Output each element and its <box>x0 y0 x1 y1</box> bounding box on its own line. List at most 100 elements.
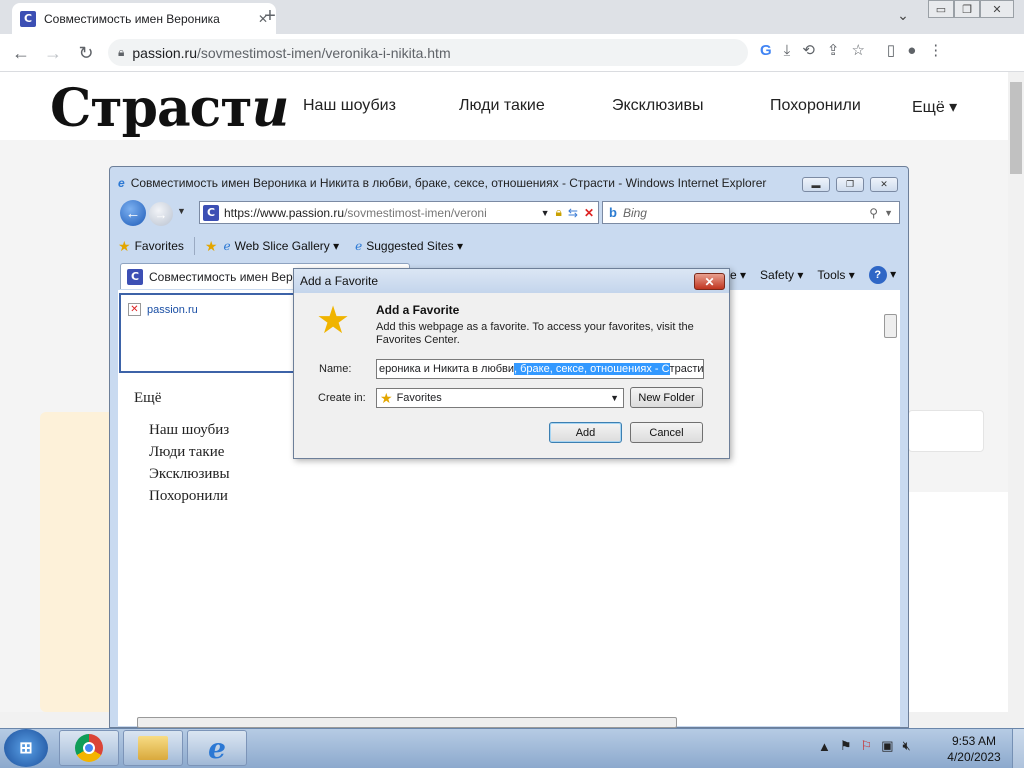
favorite-star-icon: ★ <box>316 300 351 342</box>
ie-help-menu[interactable]: ? ▾ <box>868 266 896 284</box>
dialog-close-button[interactable]: ✕ <box>694 273 725 290</box>
url-path: /sovmestimost-imen/veronika-i-nikita.htm <box>196 44 451 61</box>
name-selected-text: , браке, сексе, отношениях - С <box>514 363 670 375</box>
chrome-tab[interactable]: С Совместимость имен Вероника ✕ <box>12 3 276 34</box>
taskbar-explorer[interactable] <box>123 730 183 766</box>
ie-icon: e <box>208 731 226 765</box>
suggested-sites-link[interactable]: ℯ Suggested Sites ▾ <box>355 239 463 253</box>
ie-tools-menu[interactable]: Tools ▾ <box>817 268 854 282</box>
ie-back-button[interactable]: ← <box>120 200 146 226</box>
ie-forward-button[interactable]: → <box>149 202 173 226</box>
menu-icon[interactable]: ⋮ <box>928 41 943 59</box>
dialog-description: Add this webpage as a favorite. To acces… <box>376 321 694 346</box>
profile-icon[interactable]: ● <box>907 42 916 59</box>
broken-image-icon: ✕ <box>128 303 141 316</box>
ie-tab-title: Совместимость имен Веро <box>149 269 300 284</box>
taskbar-ie[interactable]: e <box>187 730 247 766</box>
ie-lock-icon[interactable]: 🔒︎ <box>555 205 561 220</box>
action-center-icon[interactable]: ⚐ <box>861 738 873 754</box>
ie-menu-item[interactable]: Эксклюзивы <box>149 466 230 483</box>
minimize-button[interactable]: ▭ <box>928 0 954 18</box>
add-button[interactable]: Add <box>549 422 622 443</box>
ie-search-box[interactable]: b Bing ⚲ ▼ <box>602 201 900 224</box>
ie-menu-item[interactable]: Люди такие <box>149 444 224 461</box>
ie-menu-heading[interactable]: Ещё <box>134 390 161 407</box>
clock-time: 9:53 AM <box>951 734 997 748</box>
name-text-end: трасти <box>669 363 704 375</box>
lock-icon[interactable]: 🔒︎ <box>118 45 124 60</box>
clock[interactable]: 9:53 AM 4/20/2023 <box>940 733 1008 765</box>
dialog-titlebar: Add a Favorite <box>294 269 729 293</box>
name-field[interactable]: ероника и Никита в любви, браке, сексе, … <box>376 359 704 379</box>
help-icon: ? <box>868 266 887 284</box>
nav-buried[interactable]: Похоронили <box>770 97 861 115</box>
ie-minimize-button[interactable]: ▬ <box>802 177 830 192</box>
side-panel-icon[interactable]: ▯ <box>887 41 895 59</box>
broken-image-alt: passion.ru <box>147 303 198 316</box>
volume-muted-icon[interactable]: 🔇︎ <box>902 738 910 754</box>
ie-command-bar: e ▾ Safety ▾ Tools ▾ ? ▾ <box>730 266 896 284</box>
ie-menu-item[interactable]: Наш шоубиз <box>149 422 229 439</box>
nav-exclusives[interactable]: Эксклюзивы <box>612 97 703 115</box>
ie-favorites-button[interactable]: ★ Favorites <box>118 238 184 255</box>
maximize-button[interactable]: ❐ <box>954 0 980 18</box>
ie-vscrollbar-thumb[interactable] <box>884 314 897 338</box>
ie-stop-icon[interactable]: ✕ <box>584 206 594 220</box>
broken-image[interactable]: ✕ passion.ru <box>128 303 198 316</box>
ie-address-bar[interactable]: С https://www.passion.ru/sovmestimost-im… <box>199 201 599 224</box>
nav-showbiz[interactable]: Наш шоубиз <box>303 97 396 115</box>
network-status-icon[interactable]: ⚑ <box>840 738 852 754</box>
tab-search-icon[interactable]: ⌄ <box>890 6 916 24</box>
url-host: passion.ru <box>132 44 197 61</box>
web-slice-gallery-link[interactable]: ℯ Web Slice Gallery ▾ <box>223 239 339 253</box>
clock-date: 4/20/2023 <box>947 750 1001 764</box>
name-text: ероника и Никита в любви <box>379 363 514 375</box>
add-to-favorites-bar-icon[interactable]: ★ <box>205 238 218 255</box>
divider <box>193 237 195 255</box>
back-icon[interactable]: ← <box>8 40 34 66</box>
search-icon[interactable]: ⚲ <box>869 206 878 220</box>
close-window-button[interactable]: ✕ <box>980 0 1014 18</box>
address-bar[interactable]: 🔒︎ passion.ru/sovmestimost-imen/veronika… <box>108 39 748 66</box>
nav-people[interactable]: Люди такие <box>459 97 545 115</box>
network-icon[interactable]: ▣ <box>881 738 893 754</box>
search-dropdown-icon[interactable]: ▼ <box>884 208 893 218</box>
create-in-select[interactable]: ★ Favorites ▼ <box>376 388 624 408</box>
site-logo[interactable]: Страсти <box>50 78 289 139</box>
ie-history-dropdown-icon[interactable]: ▼ <box>177 206 186 216</box>
share-icon[interactable]: ⇪ <box>827 41 840 59</box>
favorites-star-icon: ★ <box>118 237 131 254</box>
site-favicon: С <box>127 268 143 285</box>
new-folder-button[interactable]: New Folder <box>630 387 703 408</box>
ie-restore-button[interactable]: ❐ <box>836 177 864 192</box>
google-lens-icon[interactable]: G <box>760 42 772 59</box>
install-icon[interactable]: ⤓ <box>784 42 791 59</box>
taskbar-chrome[interactable] <box>59 730 119 766</box>
favorites-folder-icon: ★ <box>380 389 393 406</box>
show-desktop-button[interactable] <box>1012 729 1024 768</box>
page-scrollbar-thumb[interactable] <box>1010 82 1022 174</box>
ie-menu-item[interactable]: Похоронили <box>149 488 228 505</box>
start-button[interactable]: ⊞ <box>4 729 48 767</box>
translate-icon[interactable]: ⟲ <box>802 41 815 59</box>
cancel-button[interactable]: Cancel <box>630 422 703 443</box>
create-in-label: Create in: <box>318 392 366 404</box>
bookmark-star-icon[interactable]: ☆ <box>851 41 864 59</box>
show-hidden-icons-icon[interactable]: ▲ <box>818 739 831 754</box>
ie-safety-menu[interactable]: Safety ▾ <box>760 268 803 282</box>
chrome-icon <box>75 734 103 762</box>
ie-url-host: https://www.passion.ru <box>224 205 345 220</box>
forward-icon[interactable]: → <box>40 40 66 66</box>
ie-vscrollbar[interactable] <box>882 310 898 716</box>
create-in-value: Favorites <box>396 392 442 404</box>
ie-close-button[interactable]: ✕ <box>870 177 898 192</box>
ie-hscrollbar-thumb[interactable] <box>137 717 677 728</box>
ie-page-menu[interactable]: e ▾ <box>730 268 746 282</box>
system-tray: ▲ ⚑ ⚐ ▣ 🔇︎ <box>818 738 911 754</box>
ie-compat-icon[interactable]: ⇆ <box>568 206 578 220</box>
ie-address-dropdown-icon[interactable]: ▼ <box>541 208 550 218</box>
reload-icon[interactable]: ↻ <box>73 40 99 66</box>
new-tab-button[interactable]: + <box>258 4 282 28</box>
nav-more[interactable]: Ещё ▾ <box>912 97 957 117</box>
dialog-heading: Add a Favorite <box>376 303 460 317</box>
